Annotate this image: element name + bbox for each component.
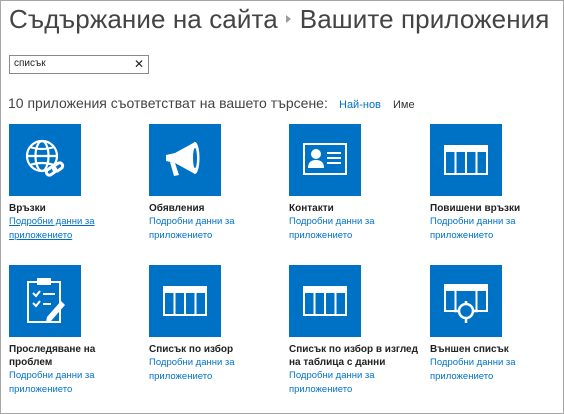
app-icon-tile[interactable] bbox=[9, 124, 81, 196]
app-name[interactable]: Списък по избор bbox=[149, 343, 294, 356]
clipboard-check-icon bbox=[27, 278, 65, 323]
app-details-link[interactable]: Подробни данни за bbox=[149, 356, 294, 370]
app-icon-tile[interactable] bbox=[289, 124, 361, 196]
app-details-link[interactable]: приложението bbox=[289, 229, 434, 243]
list-table-icon bbox=[303, 286, 347, 316]
app-details-link[interactable]: Подробни данни за bbox=[430, 356, 564, 370]
breadcrumb-site-contents[interactable]: Съдържание на сайта bbox=[9, 4, 278, 34]
search-input[interactable]: списък bbox=[14, 58, 46, 69]
list-table-icon bbox=[163, 286, 207, 316]
page-title: Съдържание на сайта Вашите приложения bbox=[9, 4, 549, 35]
app-name[interactable]: Повишени връзки bbox=[430, 202, 564, 215]
app-name[interactable]: Проследяване на проблем bbox=[9, 343, 154, 369]
sort-newest-link[interactable]: Най-нов bbox=[339, 99, 381, 111]
app-details-link[interactable]: приложението bbox=[9, 383, 154, 397]
app-details-link[interactable]: приложението bbox=[149, 370, 294, 384]
results-count: 10 приложения съответстват на вашето тър… bbox=[8, 95, 328, 111]
app-details-link[interactable]: Подробни данни за bbox=[289, 215, 434, 229]
app-icon-tile[interactable] bbox=[289, 265, 361, 337]
app-details-link[interactable]: приложението bbox=[430, 370, 564, 384]
app-tile-links: Връзки Подробни данни за приложението bbox=[9, 124, 154, 243]
breadcrumb-your-apps: Вашите приложения bbox=[299, 4, 550, 34]
app-icon-tile[interactable] bbox=[149, 265, 221, 337]
app-tile-issue-tracking: Проследяване на проблем Подробни данни з… bbox=[9, 265, 154, 397]
app-details-link[interactable]: Подробни данни за bbox=[149, 215, 294, 229]
app-name[interactable]: Външен списък bbox=[430, 343, 564, 356]
app-name[interactable]: Списък по избор в изглед на таблица с да… bbox=[289, 343, 434, 369]
app-icon-tile[interactable] bbox=[430, 124, 502, 196]
app-tile-promoted-links: Повишени връзки Подробни данни за прилож… bbox=[430, 124, 564, 243]
list-table-icon bbox=[444, 145, 488, 175]
contact-card-icon bbox=[303, 143, 347, 175]
megaphone-icon bbox=[166, 142, 200, 176]
app-name[interactable]: Контакти bbox=[289, 202, 434, 215]
app-tile-announcements: Обявления Подробни данни за приложението bbox=[149, 124, 294, 243]
app-tile-custom-list-datasheet: Списък по избор в изглед на таблица с да… bbox=[289, 265, 434, 397]
globe-link-icon bbox=[25, 139, 65, 177]
app-icon-tile[interactable] bbox=[9, 265, 81, 337]
app-tile-contacts: Контакти Подробни данни за приложението bbox=[289, 124, 434, 243]
app-tile-custom-list: Списък по избор Подробни данни за прилож… bbox=[149, 265, 294, 384]
clear-search-icon[interactable]: ✕ bbox=[134, 56, 144, 73]
app-details-link[interactable]: приложението bbox=[430, 229, 564, 243]
app-details-link[interactable]: Подробни данни за bbox=[430, 215, 564, 229]
app-icon-tile[interactable] bbox=[149, 124, 221, 196]
app-tile-external-list: Външен списък Подробни данни за приложен… bbox=[430, 265, 564, 384]
app-details-link[interactable]: Подробни данни за bbox=[289, 369, 434, 383]
search-box[interactable]: списък ✕ bbox=[9, 55, 149, 74]
app-details-link[interactable]: Подробни данни за bbox=[9, 369, 154, 383]
app-details-link[interactable]: приложението bbox=[9, 229, 154, 243]
app-icon-tile[interactable] bbox=[430, 265, 502, 337]
app-details-link[interactable]: приложението bbox=[289, 383, 434, 397]
app-name[interactable]: Връзки bbox=[9, 202, 154, 215]
breadcrumb-separator-icon bbox=[285, 15, 291, 24]
external-list-icon bbox=[444, 284, 488, 323]
app-name[interactable]: Обявления bbox=[149, 202, 294, 215]
app-details-link[interactable]: приложението bbox=[149, 229, 294, 243]
sort-name-link[interactable]: Име bbox=[393, 99, 415, 111]
app-details-link[interactable]: Подробни данни за bbox=[9, 215, 154, 229]
